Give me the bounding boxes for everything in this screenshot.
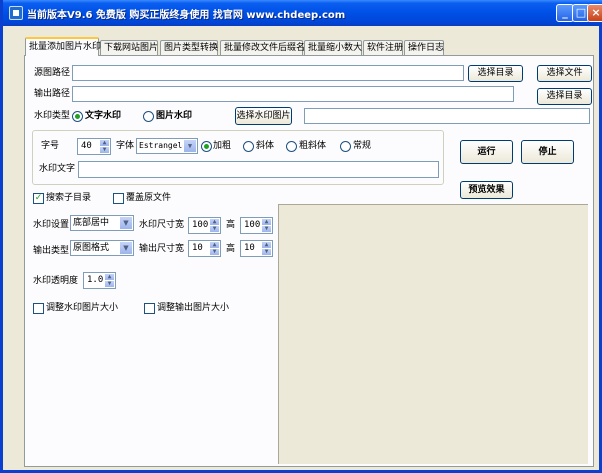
select-source-dir-button[interactable]: 选择目录 <box>468 65 523 82</box>
watermark-text-label: 水印文字 <box>39 164 76 174</box>
title-bar[interactable]: 当前版本V9.6 免费版 购买正版终身使用 找官网 www.chdeep.com… <box>3 0 602 26</box>
bold-radio[interactable] <box>201 141 212 152</box>
regular-radio[interactable] <box>340 141 351 152</box>
spin-down-icon[interactable]: ▼ <box>209 248 220 256</box>
chevron-down-icon: ▼ <box>183 139 197 153</box>
source-path-label: 源图路径 <box>34 68 71 78</box>
opacity-value: 1.0 <box>87 275 104 285</box>
chevron-down-icon: ▼ <box>119 241 133 255</box>
font-size-value: 40 <box>81 141 92 151</box>
font-size-label: 字号 <box>41 141 60 151</box>
output-path-input[interactable] <box>72 86 514 102</box>
app-icon <box>9 6 23 20</box>
font-family-select[interactable]: Estrangelo ▼ <box>136 138 198 154</box>
output-type-select[interactable]: 原图格式 ▼ <box>70 240 134 256</box>
watermark-width-label: 宽 <box>175 220 185 230</box>
font-size-stepper[interactable]: 40 ▲ ▼ <box>77 138 111 155</box>
bold-italic-label[interactable]: 粗斜体 <box>299 140 326 152</box>
select-file-button[interactable]: 选择文件 <box>537 65 592 82</box>
output-size-label: 输出尺寸 <box>139 244 176 254</box>
watermark-size-label: 水印尺寸 <box>139 220 176 230</box>
search-subdirs-checkbox[interactable]: ✓ <box>33 193 44 204</box>
regular-label[interactable]: 常规 <box>353 140 371 152</box>
select-output-dir-button[interactable]: 选择目录 <box>537 88 592 105</box>
watermark-height-label: 高 <box>226 220 236 230</box>
spin-down-icon[interactable]: ▼ <box>261 225 272 233</box>
watermark-width-value: 100 <box>192 220 209 230</box>
chevron-down-icon: ▼ <box>119 216 133 230</box>
tab-rename-ext[interactable]: 批量修改文件后缀名 <box>220 40 305 55</box>
tab-batch-watermark[interactable]: 批量添加图片水印 <box>25 37 101 56</box>
watermark-type-label: 水印类型 <box>34 111 71 121</box>
opacity-stepper[interactable]: 1.0 ▲ ▼ <box>83 272 116 289</box>
text-watermark-radio[interactable] <box>72 111 83 122</box>
stop-button[interactable]: 停止 <box>521 140 574 164</box>
tab-log[interactable]: 操作日志 <box>404 40 444 55</box>
overwrite-label[interactable]: 覆盖原文件 <box>126 192 171 204</box>
output-height-label: 高 <box>226 244 236 254</box>
watermark-position-label: 水印设置 <box>33 220 70 230</box>
preview-button[interactable]: 预览效果 <box>460 181 513 199</box>
output-path-label: 输出路径 <box>34 89 71 99</box>
search-subdirs-label[interactable]: 搜索子目录 <box>46 192 91 204</box>
tab-type-convert[interactable]: 图片类型转换 <box>160 40 218 55</box>
image-watermark-label[interactable]: 图片水印 <box>156 110 192 122</box>
tab-download-images[interactable]: 下载网站图片 <box>100 40 158 55</box>
bold-label[interactable]: 加粗 <box>213 140 231 152</box>
output-height-stepper[interactable]: 10 ▲ ▼ <box>240 240 273 257</box>
font-family-value: Estrangelo <box>139 141 188 150</box>
watermark-position-select[interactable]: 底部居中 ▼ <box>70 215 134 231</box>
run-button[interactable]: 运行 <box>460 140 513 164</box>
spin-down-icon[interactable]: ▼ <box>99 146 110 154</box>
watermark-height-value: 100 <box>244 220 261 230</box>
watermark-text-input[interactable] <box>78 161 439 178</box>
select-watermark-image-button[interactable]: 选择水印图片 <box>235 107 292 125</box>
source-path-input[interactable] <box>72 65 464 81</box>
italic-label[interactable]: 斜体 <box>256 140 274 152</box>
main-window: 当前版本V9.6 免费版 购买正版终身使用 找官网 www.chdeep.com… <box>0 0 602 473</box>
output-type-label: 输出类型 <box>33 246 70 256</box>
resize-output-checkbox[interactable] <box>144 303 155 314</box>
output-width-label: 宽 <box>175 244 185 254</box>
output-type-value: 原图格式 <box>73 243 110 253</box>
output-width-stepper[interactable]: 10 ▲ ▼ <box>188 240 221 257</box>
spin-down-icon[interactable]: ▼ <box>209 225 220 233</box>
font-family-label: 字体 <box>116 141 135 151</box>
resize-watermark-label[interactable]: 调整水印图片大小 <box>46 302 118 314</box>
preview-area <box>278 204 588 464</box>
window-title: 当前版本V9.6 免费版 购买正版终身使用 找官网 www.chdeep.com <box>27 10 346 21</box>
spin-down-icon[interactable]: ▼ <box>261 248 272 256</box>
image-watermark-radio[interactable] <box>143 111 154 122</box>
spin-down-icon[interactable]: ▼ <box>104 280 115 288</box>
close-button[interactable]: × <box>587 4 602 22</box>
resize-output-label[interactable]: 调整输出图片大小 <box>157 302 229 314</box>
output-width-value: 10 <box>192 243 203 253</box>
watermark-height-stepper[interactable]: 100 ▲ ▼ <box>240 217 273 234</box>
bold-italic-radio[interactable] <box>286 141 297 152</box>
opacity-label: 水印透明度 <box>33 276 79 286</box>
watermark-position-value: 底部居中 <box>73 218 110 228</box>
resize-watermark-checkbox[interactable] <box>33 303 44 314</box>
italic-radio[interactable] <box>243 141 254 152</box>
output-height-value: 10 <box>244 243 255 253</box>
tab-resize[interactable]: 批量缩小数大 <box>304 40 362 55</box>
watermark-image-path-input[interactable] <box>304 108 590 124</box>
watermark-width-stepper[interactable]: 100 ▲ ▼ <box>188 217 221 234</box>
overwrite-checkbox[interactable] <box>113 193 124 204</box>
text-watermark-label[interactable]: 文字水印 <box>85 110 121 122</box>
tab-register[interactable]: 软件注册 <box>363 40 403 55</box>
